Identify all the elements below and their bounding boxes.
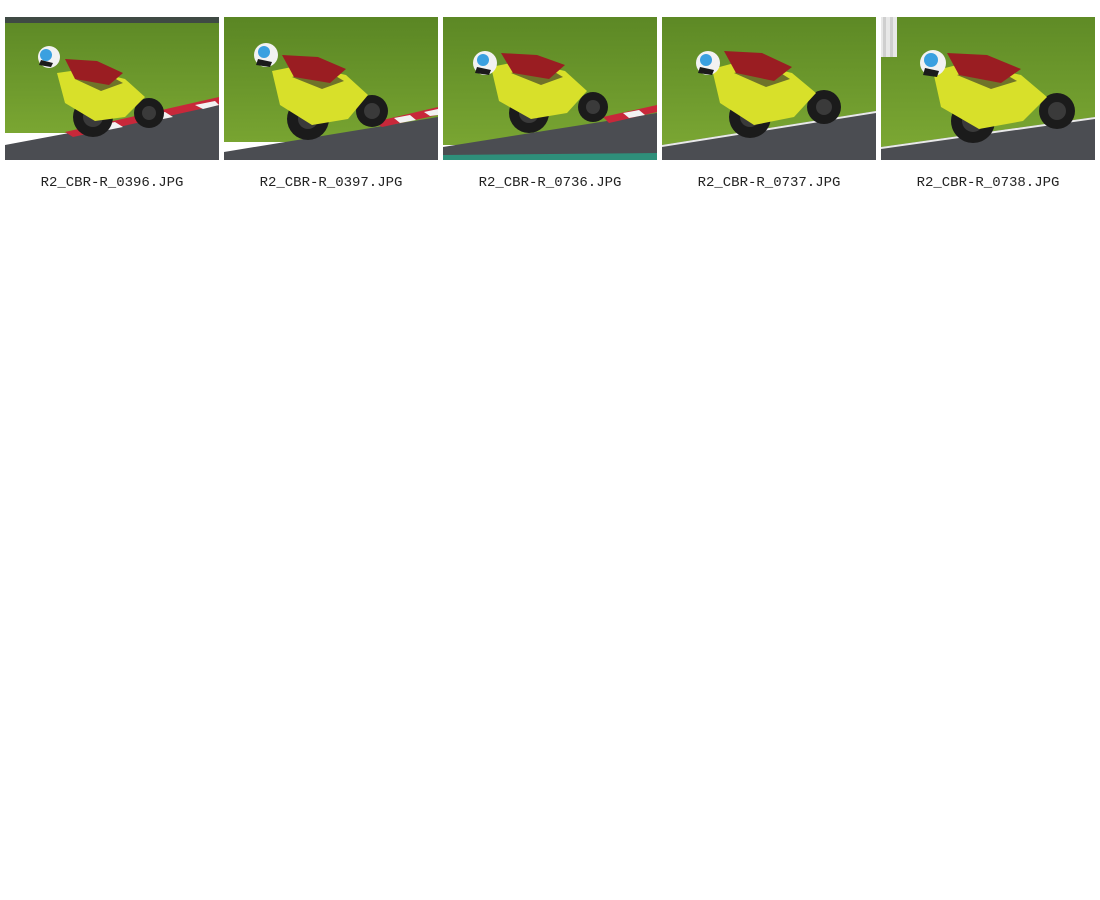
- photo-thumbnail[interactable]: [662, 17, 876, 160]
- thumbnail-filename[interactable]: R2_CBR-R_0736.JPG: [479, 174, 622, 192]
- photo-thumbnail[interactable]: [881, 17, 1095, 160]
- thumbnail-filename[interactable]: R2_CBR-R_0738.JPG: [917, 174, 1060, 192]
- thumbnail-item[interactable]: R2_CBR-R_0737.JPG: [662, 17, 876, 192]
- thumbnail-item[interactable]: R2_CBR-R_0736.JPG: [443, 17, 657, 192]
- thumbnail-item[interactable]: R2_CBR-R_0738.JPG: [881, 17, 1095, 192]
- thumbnail-filename[interactable]: R2_CBR-R_0737.JPG: [698, 174, 841, 192]
- thumbnail-item[interactable]: R2_CBR-R_0396.JPG: [5, 17, 219, 192]
- thumbnail-filename[interactable]: R2_CBR-R_0397.JPG: [260, 174, 403, 192]
- photo-thumbnail[interactable]: [5, 17, 219, 160]
- thumbnail-filename[interactable]: R2_CBR-R_0396.JPG: [41, 174, 184, 192]
- photo-thumbnail[interactable]: [443, 17, 657, 160]
- thumbnail-gallery: R2_CBR-R_0396.JPG R2_CBR-R_0397.JPG R2_C…: [5, 17, 1095, 192]
- photo-thumbnail[interactable]: [224, 17, 438, 160]
- thumbnail-item[interactable]: R2_CBR-R_0397.JPG: [224, 17, 438, 192]
